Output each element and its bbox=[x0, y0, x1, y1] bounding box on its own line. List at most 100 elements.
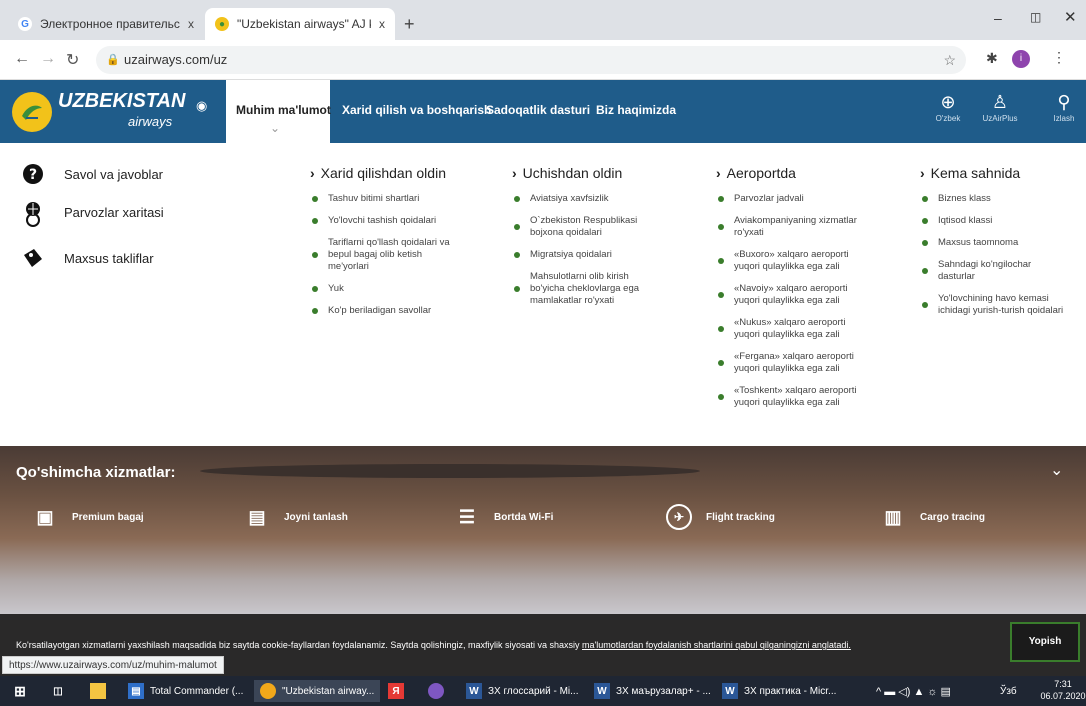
service-label: Cargo tracing bbox=[920, 511, 986, 523]
nav-item-muhim-malumot[interactable]: Muhim ma'lumot ⌄ bbox=[226, 80, 331, 143]
address-bar[interactable]: 🔒 uzairways.com/uz ☆ bbox=[96, 46, 966, 74]
new-tab-button[interactable]: + bbox=[404, 14, 415, 35]
menu-link[interactable]: Biznes klass bbox=[920, 193, 1070, 205]
browser-tab-bar: G Электронное правительство Ю... x ● "Uz… bbox=[0, 0, 1086, 40]
logo-subtext: airways bbox=[128, 114, 173, 129]
close-tab-icon[interactable]: x bbox=[379, 17, 385, 31]
menu-link[interactable]: Tariflarni qo'llash qoidalari va bepul b… bbox=[310, 237, 460, 273]
quick-link-offers[interactable]: Maxsus takliflar bbox=[22, 247, 154, 269]
chevron-down-icon[interactable]: ⌄ bbox=[1050, 460, 1063, 480]
minimize-icon[interactable]: ‒ bbox=[994, 10, 1002, 26]
taskbar-app[interactable]: W ЗХ глоссарий - Mi... bbox=[466, 680, 579, 702]
profile-avatar[interactable]: i bbox=[1012, 50, 1030, 68]
system-tray[interactable]: ^ ▬ ◁) ▲ ☼ ▤ bbox=[876, 680, 951, 702]
browser-tab-active[interactable]: ● "Uzbekistan airways" AJ korporat... x bbox=[205, 8, 395, 40]
service-seat-selection[interactable]: ▤ Joyni tanlash bbox=[244, 504, 347, 530]
menu-link[interactable]: Aviatsiya xavfsizlik bbox=[512, 193, 654, 205]
menu-link[interactable]: «Fergana» xalqaro aeroporti yuqori qulay… bbox=[716, 351, 866, 375]
mega-menu: ? Savol va javoblar Parvozlar xaritasi M… bbox=[0, 143, 1086, 446]
cargo-icon: ▥ bbox=[884, 506, 902, 527]
tag-icon bbox=[22, 247, 44, 269]
user-icon: ♙ bbox=[991, 92, 1009, 112]
menu-column-on-board: › Kema sahnida Biznes klass Iqtisod klass… bbox=[920, 165, 1070, 327]
menu-link[interactable]: Yo'lovchining havo kemasi ichidagi yuris… bbox=[920, 293, 1070, 317]
menu-link[interactable]: Yo'lovchi tashish qoidalari bbox=[310, 215, 460, 227]
taskbar-app[interactable]: W ЗХ маърузалар+ - ... bbox=[594, 680, 711, 702]
close-cookie-button[interactable]: Yopish bbox=[1010, 622, 1080, 662]
uzairplus-button[interactable]: ♙ UzAirPlus bbox=[982, 92, 1018, 123]
service-cargo-tracing[interactable]: ▥ Cargo tracing bbox=[880, 504, 985, 530]
quick-link-label: Parvozlar xaritasi bbox=[64, 204, 164, 220]
search-button[interactable]: ⚲ Izlash bbox=[1046, 92, 1082, 123]
language-indicator[interactable]: Ўзб bbox=[1000, 680, 1017, 702]
cookie-policy-link[interactable]: ma'lumotlardan foydalanish shartlarini q… bbox=[582, 640, 851, 650]
restore-icon[interactable]: ◫ bbox=[1030, 10, 1041, 24]
menu-link[interactable]: Tashuv bitimi shartlari bbox=[310, 193, 460, 205]
quick-link-faq[interactable]: ? Savol va javoblar bbox=[22, 163, 163, 185]
uzairplus-label: UzAirPlus bbox=[982, 114, 1018, 123]
taskbar-app-label: ЗХ маърузалар+ - ... bbox=[616, 685, 711, 697]
extensions-icon[interactable]: ✱ bbox=[986, 50, 998, 67]
service-wifi[interactable]: ☰ Bortda Wi-Fi bbox=[454, 504, 553, 530]
word-icon: W bbox=[594, 683, 610, 699]
language-label: O'zbek bbox=[935, 114, 961, 123]
tab-title: "Uzbekistan airways" AJ korporat... bbox=[237, 17, 371, 31]
menu-link[interactable]: «Navoiy» xalqaro aeroporti yuqori qulayl… bbox=[716, 283, 866, 307]
menu-column-before-purchase: › Xarid qilishdan oldin Tashuv bitimi sha… bbox=[310, 165, 460, 327]
language-button[interactable]: ⊕ O'zbek bbox=[930, 92, 966, 123]
nav-item-xarid[interactable]: Xarid qilish va boshqarish bbox=[342, 80, 491, 143]
app-icon bbox=[428, 683, 444, 699]
menu-link[interactable]: Iqtisod klassi bbox=[920, 215, 1070, 227]
menu-link[interactable]: Parvozlar jadvali bbox=[716, 193, 866, 205]
file-explorer-button[interactable] bbox=[90, 680, 112, 702]
taskbar-app-active[interactable]: "Uzbekistan airway... bbox=[254, 680, 381, 702]
menu-column-before-flight: › Uchishdan oldin Aviatsiya xavfsizlik O`… bbox=[512, 165, 654, 317]
menu-link[interactable]: «Buxoro» xalqaro aeroporti yuqori qulayl… bbox=[716, 249, 866, 273]
quick-link-label: Maxsus takliflar bbox=[64, 250, 154, 266]
start-button[interactable]: ⊞ bbox=[12, 680, 34, 702]
menu-link[interactable]: Mahsulotlarni olib kirish bo'yicha chekl… bbox=[512, 271, 654, 307]
yandex-button[interactable]: Я bbox=[388, 680, 410, 702]
forward-icon[interactable]: → bbox=[40, 50, 56, 68]
menu-link[interactable]: «Nukus» xalqaro aeroporti yuqori qulayli… bbox=[716, 317, 866, 341]
clock-time: 7:31 bbox=[1054, 679, 1072, 689]
taskbar-app[interactable]: W ЗХ практика - Micr... bbox=[722, 680, 836, 702]
service-premium-baggage[interactable]: ▣ Premium bagaj bbox=[32, 504, 143, 530]
airline-logo-icon[interactable] bbox=[12, 92, 52, 132]
service-label: Bortda Wi-Fi bbox=[494, 511, 554, 523]
lock-icon: 🔒 bbox=[106, 54, 120, 66]
menu-dots-icon[interactable]: ⋮ bbox=[1052, 49, 1066, 66]
back-icon[interactable]: ← bbox=[14, 50, 30, 68]
menu-link[interactable]: Ko'p beriladigan savollar bbox=[310, 305, 460, 317]
taskbar-app[interactable]: ▤ Total Commander (... bbox=[128, 680, 243, 702]
services-title: Qo'shimcha xizmatlar: bbox=[16, 464, 176, 481]
task-view-button[interactable]: ◫ bbox=[50, 680, 72, 702]
globe-pin-icon bbox=[22, 201, 44, 227]
window-close-icon[interactable]: ✕ bbox=[1064, 8, 1077, 26]
svg-text:?: ? bbox=[29, 167, 37, 183]
nav-item-biz-haqimizda[interactable]: Biz haqimizda bbox=[596, 80, 676, 143]
menu-link[interactable]: Migratsiya qoidalari bbox=[512, 249, 654, 261]
menu-link[interactable]: Maxsus taomnoma bbox=[920, 237, 1070, 249]
accessibility-eye-icon[interactable]: ◉ bbox=[196, 98, 207, 114]
close-tab-icon[interactable]: x bbox=[188, 17, 194, 31]
browser-tab[interactable]: G Электронное правительство Ю... x bbox=[8, 8, 204, 40]
taskbar-app-label: Total Commander (... bbox=[150, 685, 244, 697]
quick-link-flight-map[interactable]: Parvozlar xaritasi bbox=[22, 201, 164, 227]
service-flight-tracking[interactable]: ✈ Flight tracking bbox=[666, 504, 775, 530]
menu-link[interactable]: Sahndagi ko'ngilochar dasturlar bbox=[920, 259, 1070, 283]
clock[interactable]: 7:31 06.07.2020 bbox=[1040, 678, 1086, 702]
menu-link[interactable]: «Toshkent» xalqaro aeroporti yuqori qula… bbox=[716, 385, 866, 409]
menu-link[interactable]: Aviakompaniyaning xizmatlar ro'yxati bbox=[716, 215, 866, 239]
star-icon[interactable]: ☆ bbox=[943, 46, 956, 74]
menu-link[interactable]: Yuk bbox=[310, 283, 460, 295]
menu-link[interactable]: O`zbekiston Respublikasi bojxona qoidala… bbox=[512, 215, 654, 239]
cookie-text: Ko'rsatilayotgan xizmatlarni yaxshilash … bbox=[16, 640, 851, 650]
nav-label: Muhim ma'lumot bbox=[236, 103, 331, 117]
word-icon: W bbox=[466, 683, 482, 699]
google-icon: G bbox=[18, 17, 32, 31]
app-button[interactable] bbox=[428, 680, 450, 702]
site-header: UZBEKISTAN airways ◉ Muhim ma'lumot ⌄ Xa… bbox=[0, 80, 1086, 143]
nav-item-sadoqatlik[interactable]: Sadoqatlik dasturi bbox=[486, 80, 590, 143]
reload-icon[interactable]: ↻ bbox=[66, 50, 79, 70]
